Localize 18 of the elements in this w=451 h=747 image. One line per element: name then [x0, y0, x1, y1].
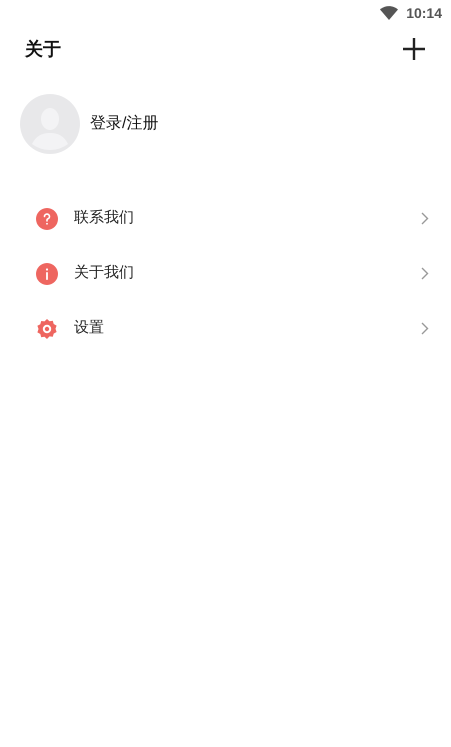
chevron-icon: [421, 322, 429, 335]
settings-icon: [36, 318, 58, 340]
add-button[interactable]: [402, 37, 426, 61]
wifi-icon: [380, 6, 398, 20]
menu-item[interactable]: 关于我们: [0, 246, 451, 301]
info-icon: [36, 262, 58, 284]
plus-icon: [403, 38, 425, 60]
page-title: 关于: [25, 38, 61, 60]
menu-item[interactable]: 联系我们: [0, 191, 451, 246]
chevron-icon: [421, 267, 429, 280]
menu-label: 设置: [74, 318, 105, 338]
chevron-icon: [421, 212, 429, 225]
menu-item[interactable]: 设置: [0, 301, 451, 356]
question-icon: [36, 208, 58, 230]
status-time: 10:14: [406, 4, 442, 22]
login-link[interactable]: 登录/注册: [90, 112, 158, 136]
menu-label: 联系我们: [74, 208, 135, 228]
menu-label: 关于我们: [74, 263, 135, 284]
